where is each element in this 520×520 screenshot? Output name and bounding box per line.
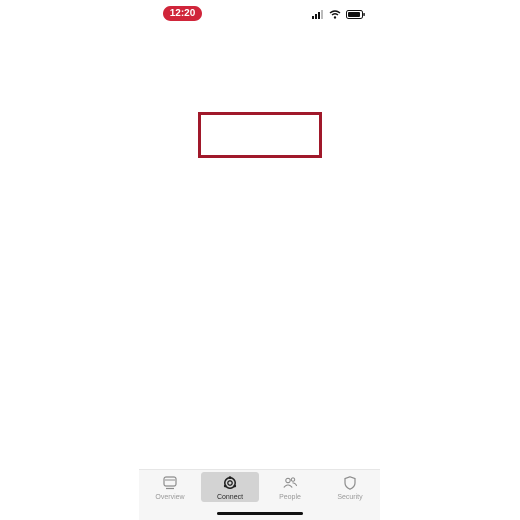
home-indicator xyxy=(217,512,303,515)
app-screen: 12:20 Overview Connect People Security xyxy=(0,0,520,520)
overview-icon xyxy=(163,476,177,490)
tab-people[interactable]: People xyxy=(261,472,319,502)
battery-icon xyxy=(346,9,365,19)
status-icons xyxy=(312,8,365,20)
tab-connect-label: Connect xyxy=(216,494,244,501)
tab-security-label: Security xyxy=(337,494,363,501)
people-icon xyxy=(283,477,298,488)
tab-connect[interactable]: Connect xyxy=(201,472,259,502)
connect-icon xyxy=(223,476,237,489)
shield-icon xyxy=(344,476,356,490)
wifi-icon xyxy=(329,9,341,19)
signal-icon xyxy=(312,9,323,19)
status-time: 12:20 xyxy=(163,6,202,21)
tab-security[interactable]: Security xyxy=(321,472,379,502)
tab-people-label: People xyxy=(279,494,301,501)
tab-overview[interactable]: Overview xyxy=(141,472,199,502)
highlight-box xyxy=(198,112,322,158)
tab-overview-label: Overview xyxy=(155,494,185,501)
